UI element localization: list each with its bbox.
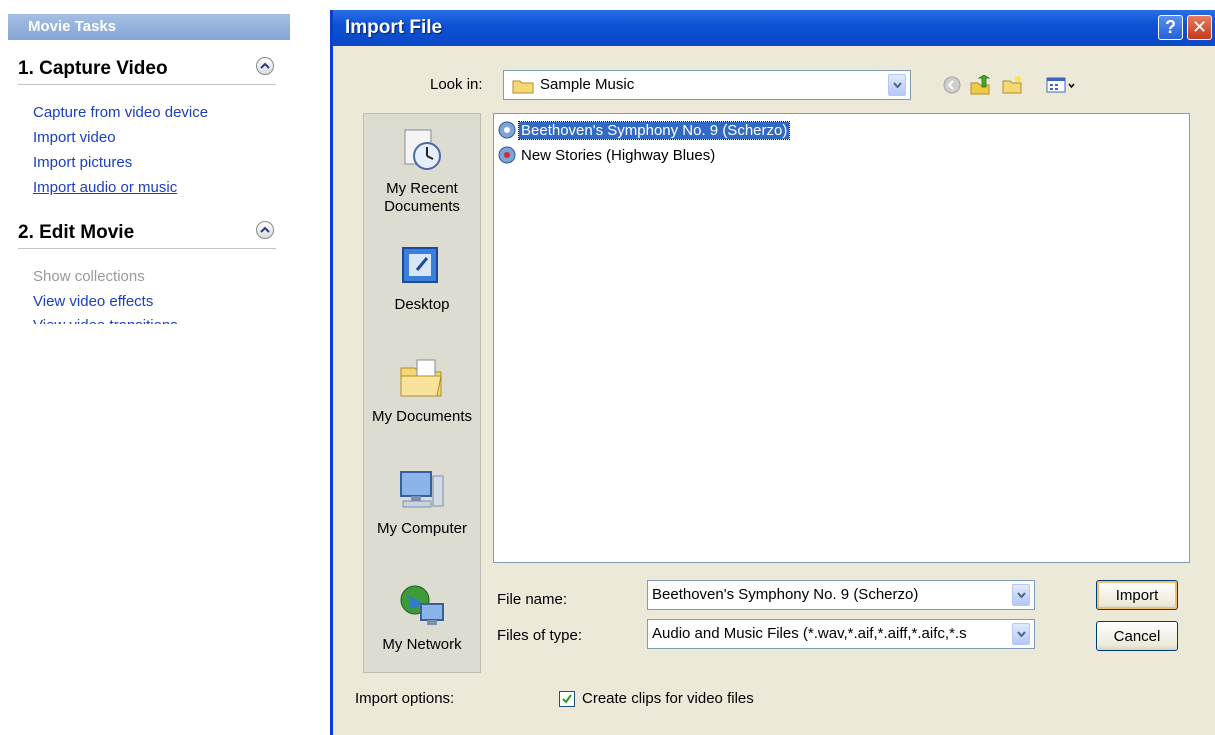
task-capture-from-device[interactable]: Capture from video device xyxy=(33,100,313,125)
file-name: New Stories (Highway Blues) xyxy=(521,146,716,164)
movie-tasks-pane: Movie Tasks 1. Capture Video Capture fro… xyxy=(0,0,330,735)
look-in-value: Sample Music xyxy=(540,76,635,93)
files-of-type-dropdown[interactable]: Audio and Music Files (*.wav,*.aif,*.aif… xyxy=(647,619,1035,649)
up-folder-icon[interactable] xyxy=(969,74,991,96)
file-name-input[interactable]: Beethoven's Symphony No. 9 (Scherzo) xyxy=(647,580,1035,610)
files-of-type-value: Audio and Music Files (*.wav,*.aif,*.aif… xyxy=(652,625,967,642)
place-my-network[interactable]: My Network xyxy=(364,582,480,654)
place-my-documents[interactable]: My Documents xyxy=(364,354,480,426)
pane-title: Movie Tasks xyxy=(8,14,290,40)
capture-video-tasks: Capture from video device Import video I… xyxy=(33,100,313,200)
help-button[interactable]: ? xyxy=(1158,15,1183,40)
collapse-up-icon[interactable] xyxy=(256,221,274,239)
my-network-icon xyxy=(397,582,447,630)
place-my-recent-documents[interactable]: My Recent Documents xyxy=(364,126,480,216)
import-options-label: Import options: xyxy=(355,690,455,707)
checkmark-icon xyxy=(562,694,572,704)
create-clips-checkbox[interactable] xyxy=(559,691,575,707)
new-folder-icon[interactable] xyxy=(1001,74,1023,96)
chevron-down-icon[interactable] xyxy=(1012,584,1030,606)
dialog-titlebar[interactable]: Import File ? ✕ xyxy=(333,10,1215,46)
section-title: 1. Capture Video xyxy=(18,58,168,79)
place-my-computer[interactable]: My Computer xyxy=(364,466,480,538)
audio-file-icon xyxy=(498,146,516,164)
task-import-audio[interactable]: Import audio or music xyxy=(33,175,313,200)
edit-movie-tasks: Show collections View video effects View… xyxy=(33,264,313,324)
task-view-video-effects[interactable]: View video effects xyxy=(33,289,313,314)
file-name-label: File name: xyxy=(497,591,568,608)
create-clips-label[interactable]: Create clips for video files xyxy=(582,690,754,707)
file-name-value: Beethoven's Symphony No. 9 (Scherzo) xyxy=(652,586,919,603)
dialog-title: Import File xyxy=(345,17,443,38)
import-file-dialog: Import File ? ✕ Look in: Sample Music My… xyxy=(330,10,1215,735)
look-in-dropdown[interactable]: Sample Music xyxy=(503,70,911,100)
chevron-down-icon[interactable] xyxy=(888,74,906,96)
back-icon[interactable] xyxy=(941,74,963,96)
task-import-pictures[interactable]: Import pictures xyxy=(33,150,313,175)
section-title: 2. Edit Movie xyxy=(18,222,135,243)
file-name: Beethoven's Symphony No. 9 (Scherzo) xyxy=(517,120,791,140)
views-icon[interactable] xyxy=(1045,74,1079,96)
my-computer-icon xyxy=(397,466,447,514)
look-in-label: Look in: xyxy=(430,76,483,93)
recent-documents-icon xyxy=(397,126,447,174)
audio-file-icon xyxy=(498,121,516,139)
desktop-icon xyxy=(397,242,447,290)
collapse-up-icon[interactable] xyxy=(256,57,274,75)
cancel-button[interactable]: Cancel xyxy=(1096,621,1178,651)
section-edit-movie-header[interactable]: 2. Edit Movie xyxy=(18,218,276,249)
chevron-down-icon[interactable] xyxy=(1012,623,1030,645)
place-desktop[interactable]: Desktop xyxy=(364,242,480,314)
close-button[interactable]: ✕ xyxy=(1187,15,1212,40)
import-button[interactable]: Import xyxy=(1096,580,1178,610)
folder-icon xyxy=(512,78,534,98)
task-show-collections: Show collections xyxy=(33,268,145,285)
my-documents-icon xyxy=(397,354,447,402)
task-view-video-transitions[interactable]: View video transitions xyxy=(33,314,313,324)
places-bar: My Recent Documents Desktop My Documents… xyxy=(363,113,481,673)
file-item[interactable]: Beethoven's Symphony No. 9 (Scherzo) xyxy=(498,120,791,140)
file-list[interactable]: Beethoven's Symphony No. 9 (Scherzo) New… xyxy=(493,113,1190,563)
files-of-type-label: Files of type: xyxy=(497,627,583,644)
task-import-video[interactable]: Import video xyxy=(33,125,313,150)
section-capture-video-header[interactable]: 1. Capture Video xyxy=(18,54,276,85)
file-item[interactable]: New Stories (Highway Blues) xyxy=(498,145,717,165)
